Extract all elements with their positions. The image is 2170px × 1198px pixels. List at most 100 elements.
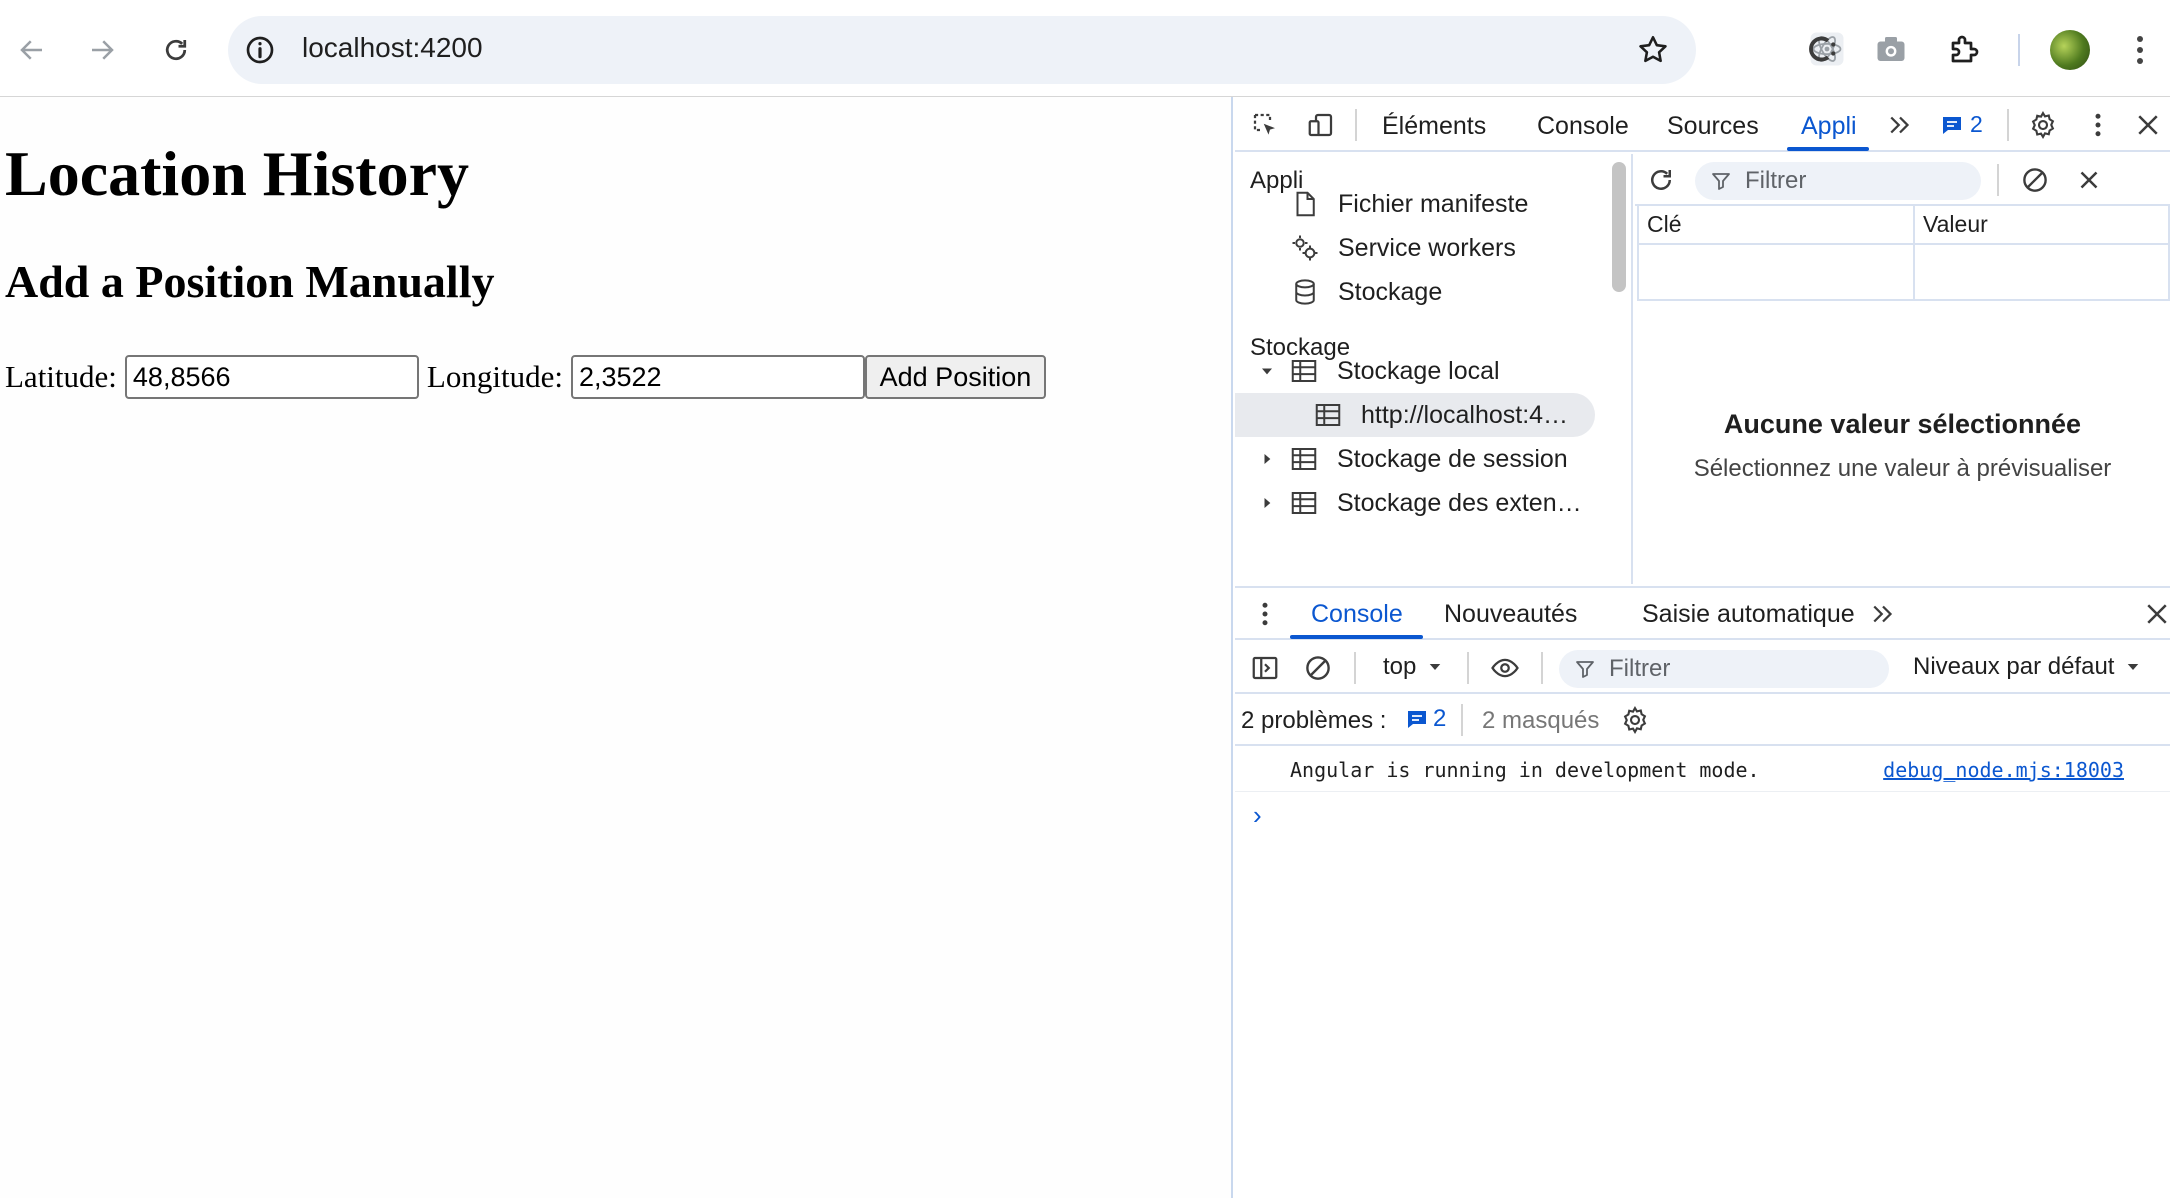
device-toolbar-icon[interactable] bbox=[1303, 107, 1339, 143]
console-filter-input[interactable]: Filtrer bbox=[1559, 650, 1889, 688]
problems-badge[interactable]: 2 bbox=[1405, 705, 1446, 733]
sidebar-toggle-icon[interactable] bbox=[1247, 650, 1283, 686]
table-icon bbox=[1315, 404, 1341, 426]
console-settings-gear-icon[interactable] bbox=[1617, 702, 1653, 738]
hidden-messages-label: 2 masqués bbox=[1482, 707, 1600, 734]
sidebar-item-service-workers[interactable]: Service workers bbox=[1235, 226, 1619, 270]
empty-state-subtitle: Sélectionnez une valeur à prévisualiser bbox=[1693, 455, 2112, 482]
problems-label: 2 problèmes : bbox=[1241, 707, 1387, 734]
column-header-key[interactable]: Clé bbox=[1637, 206, 1915, 245]
issues-badge[interactable]: 2 bbox=[1940, 111, 1983, 138]
caret-right-icon[interactable] bbox=[1257, 449, 1277, 469]
toolbar-separator bbox=[2018, 34, 2020, 66]
table-cell bbox=[1913, 243, 2170, 301]
drawer-tab-console[interactable]: Console bbox=[1311, 600, 1403, 629]
sidebar-item-label: Stockage bbox=[1338, 277, 1443, 306]
sidebar-item-local-storage[interactable]: Stockage local bbox=[1235, 349, 1619, 393]
application-sidebar: Appli Fichier manifeste Service workers … bbox=[1235, 154, 1633, 584]
site-info-icon[interactable] bbox=[244, 34, 276, 66]
latitude-label: Latitude: bbox=[5, 359, 117, 394]
address-bar[interactable]: localhost:4200 bbox=[228, 16, 1696, 84]
caret-right-icon[interactable] bbox=[1257, 493, 1277, 513]
sidebar-item-session-storage[interactable]: Stockage de session bbox=[1235, 437, 1619, 481]
storage-filter-input[interactable]: Filtrer bbox=[1695, 162, 1981, 200]
tab-sources[interactable]: Sources bbox=[1667, 112, 1759, 141]
position-form: Latitude: Longitude: Add Position bbox=[5, 354, 1046, 400]
more-drawer-tabs-icon[interactable] bbox=[1865, 596, 1901, 632]
devtools-menu-icon[interactable] bbox=[2080, 107, 2116, 143]
settings-gear-icon[interactable] bbox=[2025, 107, 2061, 143]
drawer-menu-icon[interactable] bbox=[1247, 596, 1283, 632]
bookmark-star-icon[interactable] bbox=[1636, 33, 1670, 67]
latitude-input[interactable] bbox=[124, 355, 419, 399]
reload-button[interactable] bbox=[154, 28, 198, 72]
url-text[interactable]: localhost:4200 bbox=[302, 32, 483, 64]
log-source-link[interactable]: debug_node.mjs:18003 bbox=[1883, 758, 2124, 782]
arrow-right-icon bbox=[92, 40, 114, 60]
sidebar-item-storage[interactable]: Stockage bbox=[1235, 270, 1619, 314]
devtools-panel: Éléments Console Sources Appli 2 Appli F… bbox=[1235, 97, 2170, 1198]
tab-elements[interactable]: Éléments bbox=[1382, 112, 1486, 141]
sidebar-scrollbar[interactable] bbox=[1612, 162, 1626, 292]
sidebar-item-label: Stockage de session bbox=[1337, 444, 1568, 473]
storage-toolbar: Filtrer bbox=[1635, 154, 2170, 206]
reload-icon bbox=[165, 39, 187, 61]
back-button[interactable] bbox=[10, 28, 54, 72]
sidebar-item-label: http://localhost:4… bbox=[1361, 400, 1569, 429]
tab-separator bbox=[1355, 109, 1357, 141]
issues-count: 2 bbox=[1970, 111, 1983, 137]
sidebar-item-localhost-origin[interactable]: http://localhost:4… bbox=[1235, 393, 1595, 437]
tab-console[interactable]: Console bbox=[1537, 112, 1629, 141]
drawer-tab-autofill[interactable]: Saisie automatique bbox=[1642, 600, 1855, 629]
sidebar-item-extension-storage[interactable]: Stockage des exten… bbox=[1235, 481, 1619, 525]
delete-selected-icon[interactable] bbox=[2071, 162, 2107, 198]
toolbar-separator bbox=[1461, 704, 1463, 736]
context-selector[interactable]: top bbox=[1383, 653, 1444, 681]
problems-bar: 2 problèmes : 2 2 masqués bbox=[1235, 694, 2170, 746]
devtools-tab-bar: Éléments Console Sources Appli 2 bbox=[1235, 97, 2170, 152]
live-expression-eye-icon[interactable] bbox=[1487, 650, 1523, 686]
more-tabs-icon[interactable] bbox=[1882, 107, 1918, 143]
sidebar-item-manifest[interactable]: Fichier manifeste bbox=[1235, 182, 1619, 226]
log-levels-value: Niveaux par défaut bbox=[1913, 653, 2115, 680]
page-viewport: Location History Add a Position Manually… bbox=[0, 97, 1233, 1198]
table-icon bbox=[1291, 492, 1317, 514]
refresh-icon[interactable] bbox=[1643, 162, 1679, 198]
message-icon bbox=[1408, 711, 1426, 728]
filter-icon bbox=[1712, 173, 1730, 190]
tab-application[interactable]: Appli bbox=[1801, 112, 1857, 141]
caret-down-icon bbox=[1430, 664, 1441, 670]
close-drawer-icon[interactable] bbox=[2139, 596, 2170, 632]
drawer-tab-bar: Console Nouveautés Saisie automatique bbox=[1235, 588, 2170, 640]
caret-down-icon[interactable] bbox=[1257, 361, 1277, 381]
toolbar-separator bbox=[1997, 164, 1999, 196]
add-position-button[interactable]: Add Position bbox=[864, 355, 1046, 399]
arrow-left-icon bbox=[20, 40, 42, 60]
active-tab-indicator bbox=[1787, 147, 1869, 151]
browser-menu-icon[interactable] bbox=[2130, 30, 2150, 70]
close-devtools-icon[interactable] bbox=[2130, 107, 2166, 143]
console-log-entry: Angular is running in development mode. … bbox=[1235, 748, 2170, 792]
page-title: Location History bbox=[5, 138, 469, 209]
tab-separator bbox=[2007, 109, 2009, 141]
table-row[interactable] bbox=[1637, 243, 2170, 301]
console-prompt[interactable]: › bbox=[1253, 800, 1262, 831]
drawer-tab-whats-new[interactable]: Nouveautés bbox=[1444, 600, 1577, 629]
browser-toolbar: localhost:4200 bbox=[0, 0, 2170, 97]
extensions-puzzle-icon[interactable] bbox=[1946, 30, 1984, 68]
log-levels-dropdown[interactable]: Niveaux par défaut bbox=[1913, 653, 2142, 681]
c-extension-icon[interactable] bbox=[1803, 30, 1841, 68]
clear-console-icon[interactable] bbox=[1300, 650, 1336, 686]
inspect-element-icon[interactable] bbox=[1247, 107, 1283, 143]
forward-button[interactable] bbox=[80, 28, 124, 72]
active-drawer-tab-indicator bbox=[1290, 635, 1423, 639]
profile-avatar[interactable] bbox=[2050, 30, 2090, 70]
clear-all-icon[interactable] bbox=[2017, 162, 2053, 198]
column-header-value[interactable]: Valeur bbox=[1913, 206, 2170, 245]
sidebar-item-label: Stockage des exten… bbox=[1337, 488, 1582, 517]
log-message: Angular is running in development mode. bbox=[1290, 758, 1760, 782]
camera-extension-icon[interactable] bbox=[1872, 30, 1910, 68]
table-icon bbox=[1291, 360, 1317, 382]
longitude-input[interactable] bbox=[570, 355, 865, 399]
filter-placeholder: Filtrer bbox=[1745, 167, 1807, 194]
